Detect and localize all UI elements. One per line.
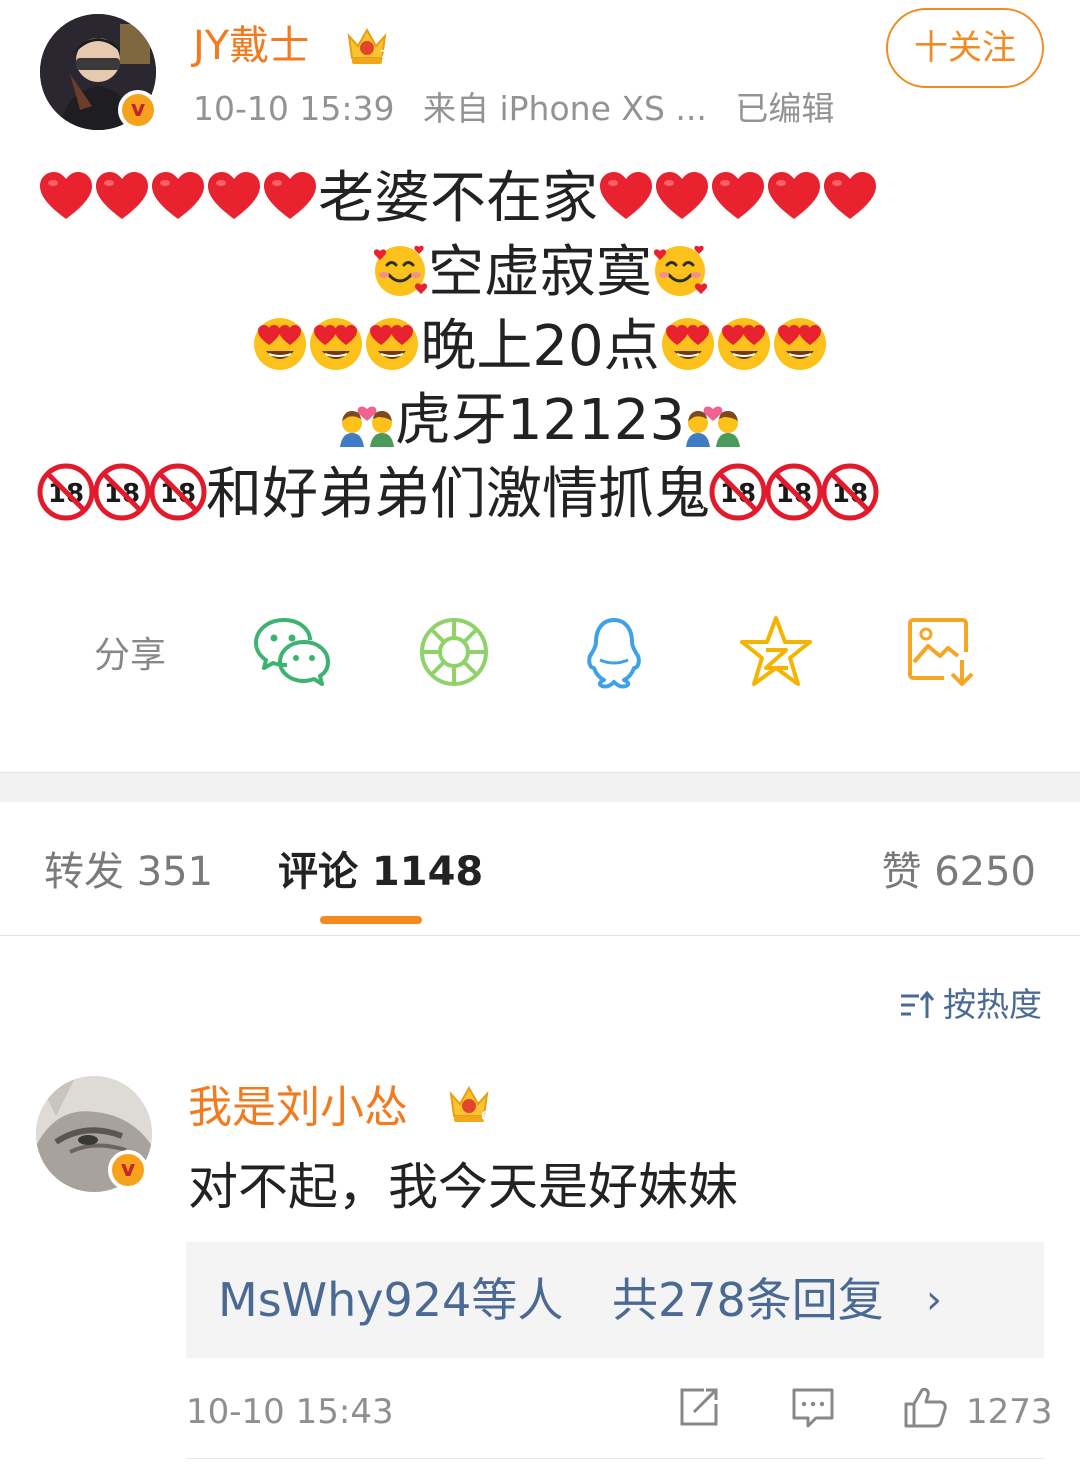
couple-kiss-emoji-icon [684, 389, 742, 447]
tab-likes[interactable]: 赞 6250 [881, 844, 1036, 900]
no-under-18-emoji-icon: 18 [93, 463, 151, 521]
sort-icon [899, 989, 935, 1019]
heart-emoji-icon [821, 167, 879, 225]
heart-eyes-emoji-icon [659, 315, 717, 373]
post-source: 来自 iPhone XS ... [422, 89, 707, 128]
heart-emoji-icon [765, 167, 823, 225]
section-divider [0, 772, 1080, 802]
replies-preview[interactable]: MsWhy924等人 共278条回复 › [186, 1242, 1044, 1358]
post-line-text: 晚上20点 [420, 314, 660, 379]
comment-like-count: 1273 [966, 1392, 1053, 1432]
verified-badge-icon: v [118, 90, 158, 130]
like-icon[interactable] [902, 1384, 948, 1430]
qzone-icon[interactable] [736, 612, 816, 692]
commenter-name[interactable]: 我是刘小怂 [188, 1078, 408, 1138]
share-label: 分享 [94, 635, 167, 676]
comment-text: 对不起，我今天是好妹妹 [188, 1158, 738, 1216]
heart-emoji-icon [37, 167, 95, 225]
heart-emoji-icon [93, 167, 151, 225]
tab-repost[interactable]: 转发 351 [44, 844, 213, 900]
no-under-18-emoji-icon: 18 [149, 463, 207, 521]
post-line: 181818和好弟弟们激情抓鬼181818 [0, 458, 1080, 532]
vip-crown-icon: 6 [446, 1082, 492, 1126]
sort-label: 按热度 [943, 985, 1042, 1024]
heart-eyes-emoji-icon [771, 315, 829, 373]
post-line: 老婆不在家 [0, 162, 1080, 236]
post-tabs: 转发 351 评论 1148 赞 6250 [0, 802, 1080, 936]
post-line-text: 和好弟弟们激情抓鬼 [206, 462, 710, 527]
heart-eyes-emoji-icon [715, 315, 773, 373]
moments-icon[interactable] [414, 612, 494, 692]
heart-eyes-emoji-icon [307, 315, 365, 373]
repost-icon[interactable] [676, 1384, 722, 1430]
no-under-18-emoji-icon: 18 [765, 463, 823, 521]
no-under-18-emoji-icon: 18 [709, 463, 767, 521]
post-body: 老婆不在家 空虚寂寞 晚上20点 虎牙12123 181818和好弟弟们激情抓鬼… [0, 162, 1080, 532]
smiling-hearts-emoji-icon [371, 241, 429, 299]
post-timestamp: 10-10 15:39 [193, 89, 395, 128]
comment-timestamp: 10-10 15:43 [186, 1392, 394, 1432]
chevron-right-icon: › [926, 1277, 942, 1323]
heart-emoji-icon [653, 167, 711, 225]
post-line-text: 老婆不在家 [318, 166, 598, 231]
follow-button[interactable]: 十关注 [886, 8, 1044, 88]
smiling-hearts-emoji-icon [651, 241, 709, 299]
post-line-text: 虎牙12123 [394, 388, 686, 453]
heart-eyes-emoji-icon [251, 315, 309, 373]
post-header: v JY戴士 7 10-10 15:39 来自 iPhone XS ... 已编… [0, 0, 1080, 140]
vip-crown-icon: 7 [344, 24, 390, 66]
active-tab-indicator [320, 916, 422, 924]
post-line: 晚上20点 [0, 310, 1080, 384]
reply-count: 共278条回复 [612, 1273, 884, 1327]
tab-comments[interactable]: 评论 1148 [278, 844, 483, 900]
commenter-level: 6 [481, 1109, 489, 1123]
author-level: 7 [380, 48, 388, 61]
heart-emoji-icon [261, 167, 319, 225]
share-row: 分享 [0, 612, 1080, 692]
post-line: 空虚寂寞 [0, 236, 1080, 310]
heart-eyes-emoji-icon [363, 315, 421, 373]
heart-emoji-icon [597, 167, 655, 225]
post-line-text: 空虚寂寞 [428, 240, 652, 305]
comment-divider [186, 1458, 1044, 1459]
author-name[interactable]: JY戴士 [193, 18, 309, 74]
post-line: 虎牙12123 [0, 384, 1080, 458]
qq-icon[interactable] [574, 612, 654, 692]
save-image-icon[interactable] [900, 612, 980, 692]
wechat-icon[interactable] [252, 612, 332, 692]
no-under-18-emoji-icon: 18 [37, 463, 95, 521]
heart-emoji-icon [149, 167, 207, 225]
verified-badge-icon: v [108, 1150, 148, 1190]
heart-emoji-icon [205, 167, 263, 225]
no-under-18-emoji-icon: 18 [821, 463, 879, 521]
heart-emoji-icon [709, 167, 767, 225]
comment-icon[interactable] [790, 1384, 836, 1430]
edited-label[interactable]: 已编辑 [735, 89, 834, 128]
post-meta: 10-10 15:39 来自 iPhone XS ... 已编辑 [193, 86, 852, 132]
sort-toggle[interactable]: 按热度 [899, 978, 1042, 1026]
comment-item: v 我是刘小怂 6 对不起，我今天是好妹妹 MsWhy924等人 共278条回复… [0, 1074, 1080, 1469]
couple-kiss-emoji-icon [338, 389, 396, 447]
reply-names: MsWhy924等人 [218, 1273, 564, 1327]
